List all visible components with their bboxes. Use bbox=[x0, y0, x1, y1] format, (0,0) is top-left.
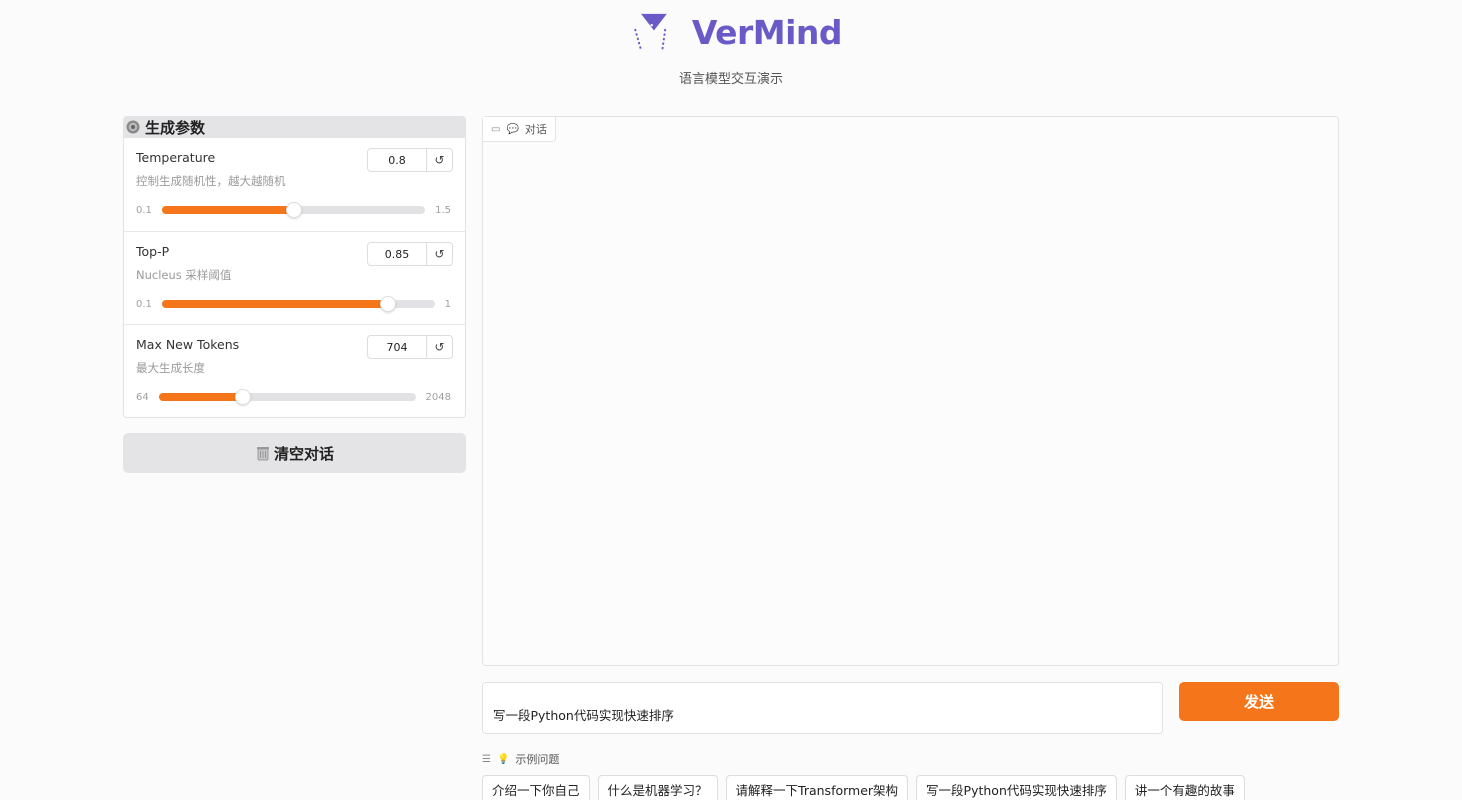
param-number-box: ↺ bbox=[367, 148, 453, 172]
slider-row: 64 2048 bbox=[136, 389, 451, 405]
slider-thumb[interactable] bbox=[235, 389, 252, 405]
clear-chat-button[interactable]: 清空对话 bbox=[123, 433, 466, 473]
slider-thumb[interactable] bbox=[285, 202, 302, 218]
slider-max: 1 bbox=[444, 298, 451, 310]
chatbot-area: ▭ 💬 对话 bbox=[482, 116, 1339, 666]
brand: VerMind bbox=[632, 6, 843, 58]
temperature-input[interactable] bbox=[368, 149, 426, 171]
slider-fill bbox=[161, 206, 294, 214]
slider-row: 0.1 1.5 bbox=[136, 202, 451, 218]
top-p-slider[interactable] bbox=[161, 296, 435, 312]
chat-tag-label: 对话 bbox=[524, 123, 547, 136]
max-new-tokens-slider[interactable] bbox=[158, 389, 416, 405]
send-button[interactable]: 发送 bbox=[1179, 682, 1339, 721]
temperature-slider[interactable] bbox=[161, 202, 426, 218]
list-icon: ☰ bbox=[482, 753, 491, 765]
slider-row: 0.1 1 bbox=[136, 296, 451, 312]
vermind-logo-icon bbox=[634, 13, 667, 51]
page-subtitle: 语言模型交互演示 bbox=[678, 72, 783, 87]
examples-row: 介绍一下你自己 什么是机器学习？ 请解释一下Transformer架构 写一段P… bbox=[482, 775, 1245, 800]
param-number-box: ↺ bbox=[367, 335, 453, 359]
example-button[interactable]: 什么是机器学习？ bbox=[597, 775, 718, 800]
params-title-text: 生成参数 bbox=[145, 118, 206, 137]
reset-icon[interactable]: ↺ bbox=[426, 336, 452, 358]
lightbulb-icon: 💡 bbox=[496, 753, 510, 765]
example-button[interactable]: 请解释一下Transformer架构 bbox=[725, 775, 909, 800]
params-box: Temperature 控制生成随机性，越大越随机 ↺ 0.1 1.5 Top-… bbox=[123, 138, 466, 418]
brand-name: VerMind bbox=[691, 12, 843, 52]
reset-icon[interactable]: ↺ bbox=[426, 243, 452, 265]
param-top-p: Top-P Nucleus 采样阈值 ↺ 0.1 1 bbox=[124, 231, 465, 324]
reset-icon[interactable]: ↺ bbox=[426, 149, 452, 171]
gear-icon bbox=[126, 120, 140, 134]
example-button[interactable]: 讲一个有趣的故事 bbox=[1124, 775, 1245, 800]
slider-max: 1.5 bbox=[435, 204, 451, 216]
message-input-box bbox=[482, 682, 1163, 734]
speech-bubble-icon: 💬 bbox=[506, 123, 519, 135]
slider-min: 0.1 bbox=[136, 298, 152, 310]
app-page: VerMind 语言模型交互演示 生成参数 Temperature 控制生成随机… bbox=[0, 0, 1462, 800]
trash-icon bbox=[256, 447, 269, 461]
params-panel: 生成参数 Temperature 控制生成随机性，越大越随机 ↺ 0.1 1.5 bbox=[123, 116, 466, 418]
params-title: 生成参数 bbox=[123, 116, 466, 138]
examples-label: ☰ 💡 示例问题 bbox=[482, 751, 559, 767]
slider-thumb[interactable] bbox=[380, 296, 397, 312]
clear-chat-label: 清空对话 bbox=[273, 444, 334, 463]
param-desc: 控制生成随机性，越大越随机 bbox=[136, 174, 286, 188]
chat-tag: ▭ 💬 对话 bbox=[483, 117, 556, 142]
header: VerMind 语言模型交互演示 bbox=[0, 0, 1462, 100]
example-button[interactable]: 介绍一下你自己 bbox=[482, 775, 590, 800]
param-desc: Nucleus 采样阈值 bbox=[136, 268, 232, 282]
param-number-box: ↺ bbox=[367, 242, 453, 266]
chat-icon: ▭ bbox=[491, 123, 501, 135]
slider-fill bbox=[158, 393, 244, 401]
top-p-input[interactable] bbox=[368, 243, 426, 265]
param-max-new-tokens: Max New Tokens 最大生成长度 ↺ 64 2048 bbox=[124, 324, 465, 417]
slider-fill bbox=[161, 300, 389, 308]
example-button[interactable]: 写一段Python代码实现快速排序 bbox=[916, 775, 1117, 800]
slider-min: 0.1 bbox=[136, 204, 152, 216]
slider-max: 2048 bbox=[425, 391, 451, 403]
param-desc: 最大生成长度 bbox=[136, 361, 205, 375]
max-new-tokens-input[interactable] bbox=[368, 336, 426, 358]
param-temperature: Temperature 控制生成随机性，越大越随机 ↺ 0.1 1.5 bbox=[124, 138, 465, 231]
slider-min: 64 bbox=[136, 391, 149, 403]
examples-label-text: 示例问题 bbox=[515, 753, 560, 766]
message-input[interactable] bbox=[483, 683, 1162, 733]
